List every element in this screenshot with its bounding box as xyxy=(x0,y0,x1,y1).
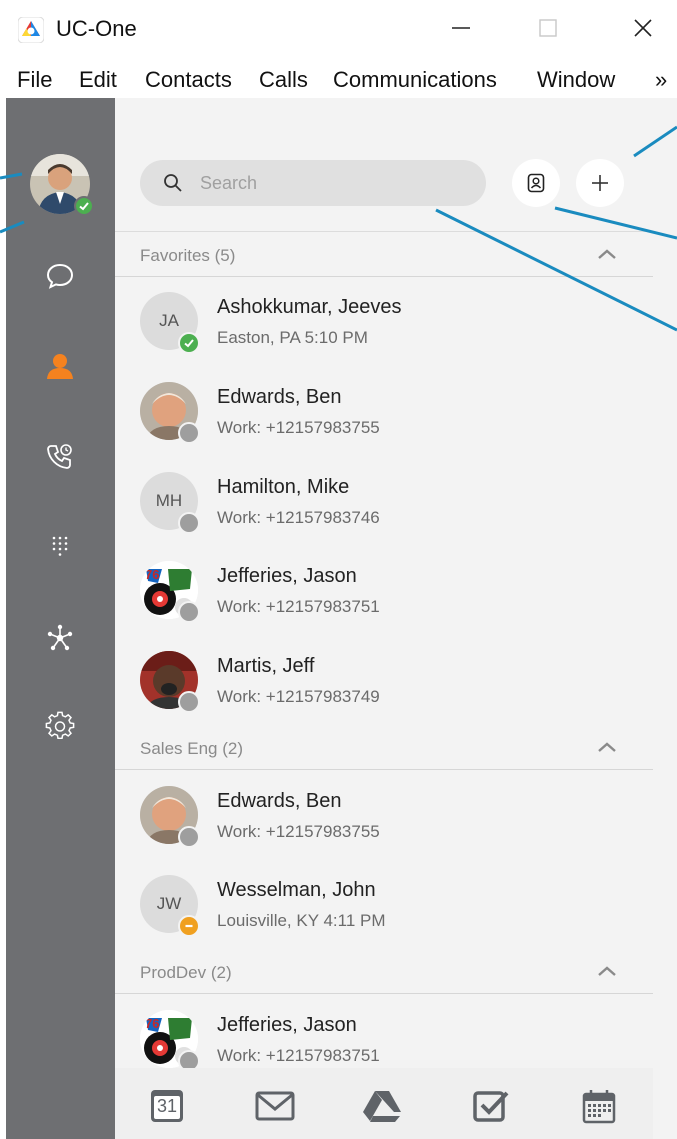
presence-offline-icon xyxy=(178,601,200,623)
section-header-proddev[interactable]: ProdDev (2) xyxy=(115,950,653,994)
contact-name: Jefferies, Jason xyxy=(217,1014,357,1036)
minimize-icon xyxy=(452,27,470,29)
presence-available-icon xyxy=(178,332,200,354)
section-header-sales-eng[interactable]: Sales Eng (2) xyxy=(115,726,653,770)
calendar-day: 31 xyxy=(157,1096,178,1116)
contact-name: Hamilton, Mike xyxy=(217,476,350,498)
presence-offline-icon xyxy=(178,826,200,848)
contact-status: Work: +12157983746 xyxy=(217,508,380,527)
directory-icon xyxy=(527,173,545,193)
mail-icon xyxy=(255,1091,295,1121)
section-label: ProdDev (2) xyxy=(140,963,232,982)
contacts-icon xyxy=(47,354,73,379)
menu-edit[interactable]: Edit xyxy=(79,67,117,93)
svg-text:76: 76 xyxy=(145,567,159,582)
chat-button[interactable] xyxy=(44,260,76,292)
contact-status: Work: +12157983755 xyxy=(217,822,380,841)
contact-row[interactable]: 76 Jefferies, Jason Work: +12157983751 xyxy=(115,547,653,637)
search-bar[interactable] xyxy=(140,160,486,206)
divider xyxy=(115,231,653,232)
drive-icon xyxy=(363,1091,401,1122)
contact-status: Work: +12157983749 xyxy=(217,687,380,706)
navigation-rail xyxy=(6,98,115,1139)
menu-contacts[interactable]: Contacts xyxy=(145,67,232,93)
section-label: Favorites (5) xyxy=(140,246,236,265)
schedule-button[interactable] xyxy=(579,1088,619,1124)
app-logo-icon xyxy=(18,17,44,43)
contact-row[interactable]: MH Hamilton, Mike Work: +12157983746 xyxy=(115,458,653,548)
schedule-icon xyxy=(582,1090,616,1124)
dialpad-icon xyxy=(52,536,68,556)
contact-row[interactable]: JW Wesselman, John Louisville, KY 4:11 P… xyxy=(115,861,653,951)
meet-button[interactable] xyxy=(44,622,76,654)
chevron-up-icon[interactable] xyxy=(595,962,619,980)
call-history-icon xyxy=(47,444,72,469)
presence-offline-icon xyxy=(178,691,200,713)
window-title: UC-One xyxy=(56,16,137,41)
contact-status: Work: +12157983755 xyxy=(217,418,380,437)
presence-offline-icon xyxy=(178,422,200,444)
search-icon xyxy=(164,174,182,192)
maximize-icon xyxy=(539,19,557,37)
tasks-icon xyxy=(473,1091,509,1122)
chevron-up-icon[interactable] xyxy=(595,738,619,756)
contact-row[interactable]: JA Ashokkumar, Jeeves Easton, PA 5:10 PM xyxy=(115,278,653,368)
contact-row[interactable]: Martis, Jeff Work: +12157983749 xyxy=(115,637,653,727)
menu-bar: File Edit Contacts Calls Communications … xyxy=(0,58,677,100)
contact-status: Work: +12157983751 xyxy=(217,1046,380,1065)
tasks-button[interactable] xyxy=(471,1088,511,1124)
mail-button[interactable] xyxy=(255,1088,295,1124)
calendar-button[interactable]: 31 xyxy=(147,1088,187,1124)
chat-icon xyxy=(46,263,74,289)
settings-button[interactable] xyxy=(44,710,76,742)
section-label: Sales Eng (2) xyxy=(140,739,243,758)
contact-row[interactable]: Edwards, Ben Work: +12157983755 xyxy=(115,368,653,458)
contact-name: Martis, Jeff xyxy=(217,655,315,677)
maximize-button[interactable] xyxy=(528,10,568,46)
meet-icon xyxy=(47,624,73,651)
menu-overflow-button[interactable]: » xyxy=(655,67,667,93)
contact-row[interactable]: Edwards, Ben Work: +12157983755 xyxy=(115,772,653,862)
dialpad-button[interactable] xyxy=(44,530,76,562)
close-icon xyxy=(634,19,652,37)
presence-available-icon xyxy=(74,196,94,216)
add-contact-button[interactable] xyxy=(576,159,624,207)
call-history-button[interactable] xyxy=(44,440,76,472)
close-button[interactable] xyxy=(623,10,663,46)
search-input[interactable] xyxy=(200,170,470,196)
plus-icon xyxy=(592,175,608,191)
contact-status: Louisville, KY 4:11 PM xyxy=(217,911,386,930)
menu-calls[interactable]: Calls xyxy=(259,67,308,93)
uc-one-window: UC-One File Edit Contacts Calls Communic… xyxy=(0,0,677,1139)
drive-button[interactable] xyxy=(362,1088,402,1124)
contact-name: Jefferies, Jason xyxy=(217,565,357,587)
presence-offline-icon xyxy=(178,512,200,534)
contact-name: Edwards, Ben xyxy=(217,386,342,408)
menu-window[interactable]: Window xyxy=(537,67,615,93)
menu-file[interactable]: File xyxy=(17,67,52,93)
contact-name: Ashokkumar, Jeeves xyxy=(217,296,402,318)
menu-communications[interactable]: Communications xyxy=(333,67,497,93)
directory-button[interactable] xyxy=(512,159,560,207)
contact-name: Wesselman, John xyxy=(217,879,376,901)
minimize-button[interactable] xyxy=(441,10,481,46)
presence-busy-icon xyxy=(178,915,200,937)
bottom-toolbar: 31 xyxy=(115,1068,653,1139)
contacts-button[interactable] xyxy=(44,350,76,382)
contact-status: Work: +12157983751 xyxy=(217,597,380,616)
contacts-panel: Favorites (5) JA Ashokkumar, Jeeves East… xyxy=(115,98,677,1139)
settings-icon xyxy=(45,711,75,740)
contact-name: Edwards, Ben xyxy=(217,790,342,812)
title-bar: UC-One xyxy=(0,0,677,58)
svg-text:76: 76 xyxy=(145,1016,159,1031)
chevron-up-icon[interactable] xyxy=(595,245,619,263)
contact-status: Easton, PA 5:10 PM xyxy=(217,328,368,347)
section-header-favorites[interactable]: Favorites (5) xyxy=(115,233,653,277)
